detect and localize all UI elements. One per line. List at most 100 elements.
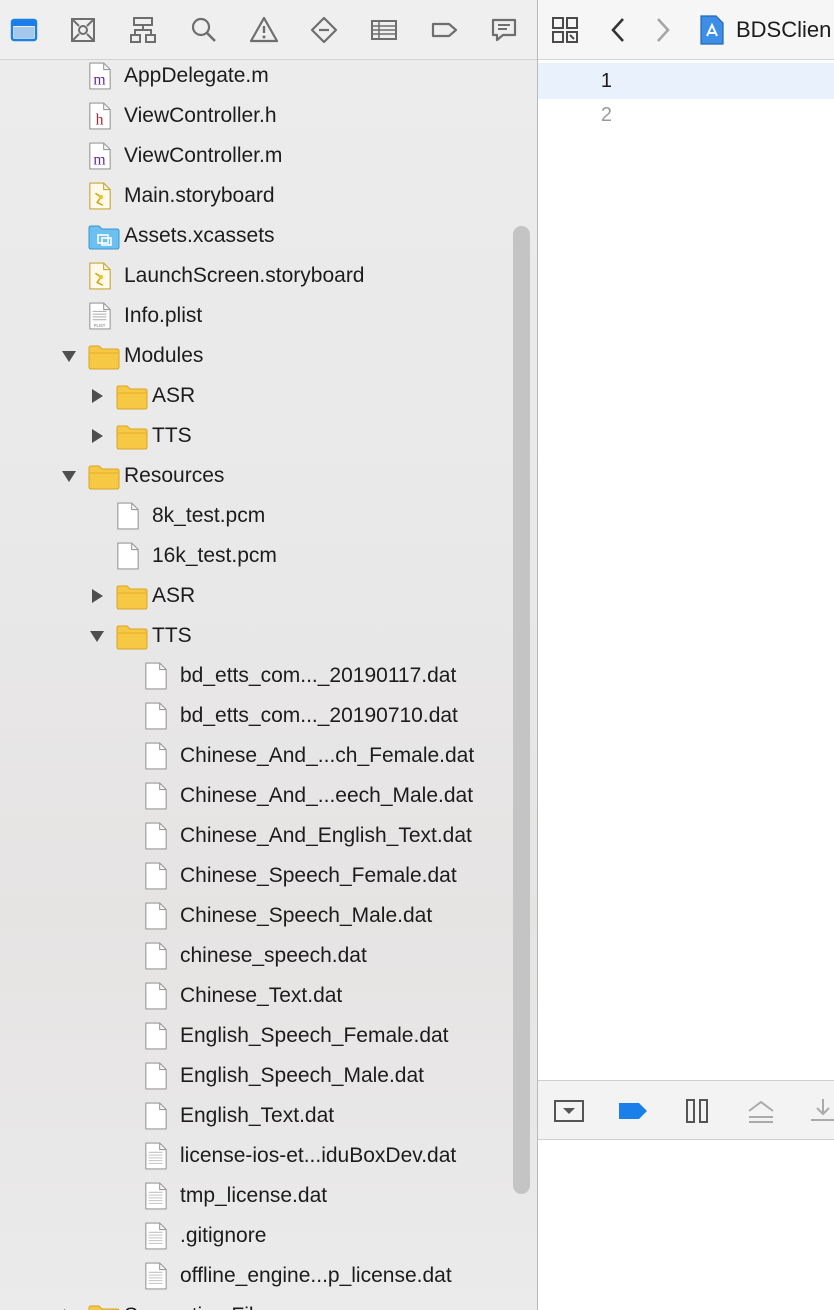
folder-icon bbox=[116, 383, 148, 413]
source-editor[interactable]: 1 2 bbox=[538, 60, 834, 1080]
tree-file-row[interactable]: English_Text.dat bbox=[0, 1096, 520, 1136]
folder-icon bbox=[116, 423, 148, 453]
tree-file-row[interactable]: English_Speech_Female.dat bbox=[0, 1016, 520, 1056]
line-number: 1 bbox=[600, 70, 612, 92]
editor-line[interactable]: 2 bbox=[538, 97, 834, 133]
tree-item-label: Main.storyboard bbox=[124, 184, 275, 207]
file-icon bbox=[144, 861, 170, 891]
debug-console[interactable] bbox=[538, 1140, 834, 1310]
tree-file-row[interactable]: bd_etts_com..._20190117.dat bbox=[0, 656, 520, 696]
tree-file-row[interactable]: offline_engine...p_license.dat bbox=[0, 1256, 520, 1296]
tree-file-row[interactable]: PLIST Info.plist bbox=[0, 296, 520, 336]
tree-file-row[interactable]: Chinese_Speech_Female.dat bbox=[0, 856, 520, 896]
breadcrumb-file[interactable]: BDSClien bbox=[736, 12, 831, 48]
tree-file-row[interactable]: Chinese_And_...eech_Male.dat bbox=[0, 776, 520, 816]
tree-file-row[interactable]: English_Speech_Male.dat bbox=[0, 1056, 520, 1096]
tree-item-label: 16k_test.pcm bbox=[152, 544, 277, 567]
source-control-icon[interactable] bbox=[65, 12, 101, 48]
tree-folder-row[interactable]: TTS bbox=[0, 616, 520, 656]
text-file-icon bbox=[144, 1221, 170, 1251]
file-icon bbox=[116, 501, 142, 531]
tree-file-row[interactable]: m ViewController.m bbox=[0, 136, 520, 176]
tree-file-row[interactable]: LaunchScreen.storyboard bbox=[0, 256, 520, 296]
tree-file-row[interactable]: Main.storyboard bbox=[0, 176, 520, 216]
tree-item-label: English_Speech_Female.dat bbox=[180, 1024, 449, 1047]
file-icon bbox=[144, 901, 170, 931]
text-file-icon bbox=[144, 1141, 170, 1171]
tree-item-label: 8k_test.pcm bbox=[152, 504, 266, 527]
tree-file-row[interactable]: license-ios-et...iduBoxDev.dat bbox=[0, 1136, 520, 1176]
pause-icon[interactable] bbox=[680, 1095, 714, 1127]
tree-file-row[interactable]: 16k_test.pcm bbox=[0, 536, 520, 576]
find-icon[interactable] bbox=[186, 12, 222, 48]
tree-file-row[interactable]: .gitignore bbox=[0, 1216, 520, 1256]
tree-file-row[interactable]: 8k_test.pcm bbox=[0, 496, 520, 536]
tree-item-label: Info.plist bbox=[124, 304, 203, 327]
disclosure-open-icon[interactable] bbox=[60, 467, 78, 485]
tree-folder-row[interactable]: TTS bbox=[0, 416, 520, 456]
tree-item-label: Supporting Files bbox=[124, 1296, 276, 1310]
file-icon bbox=[144, 661, 170, 691]
navigator-toolbar bbox=[0, 0, 537, 60]
related-items-icon[interactable] bbox=[550, 12, 580, 48]
tree-item-label: Modules bbox=[124, 344, 204, 367]
tree-item-label: ASR bbox=[152, 584, 196, 607]
file-icon bbox=[144, 821, 170, 851]
report-icon[interactable] bbox=[486, 12, 522, 48]
folder-icon bbox=[116, 583, 148, 613]
tree-folder-row[interactable]: Supporting Files bbox=[0, 1296, 520, 1310]
debug-icon[interactable] bbox=[366, 12, 402, 48]
tree-file-row[interactable]: tmp_license.dat bbox=[0, 1176, 520, 1216]
test-icon[interactable] bbox=[306, 12, 342, 48]
hide-debug-area-icon[interactable] bbox=[552, 1095, 586, 1127]
tree-item-label: Assets.xcassets bbox=[124, 224, 275, 247]
project-navigator: m AppDelegate.m h ViewController.h m ViewCont… bbox=[0, 0, 537, 1310]
tree-item-label: license-ios-et...iduBoxDev.dat bbox=[180, 1144, 457, 1167]
tree-folder-row[interactable]: ASR bbox=[0, 376, 520, 416]
tree-file-row[interactable]: Chinese_Speech_Male.dat bbox=[0, 896, 520, 936]
step-into-icon[interactable] bbox=[806, 1095, 834, 1127]
step-over-icon[interactable] bbox=[744, 1095, 778, 1127]
editor-line-current[interactable]: 1 bbox=[538, 63, 834, 99]
debug-bar bbox=[538, 1080, 834, 1140]
tree-folder-row[interactable]: Modules bbox=[0, 336, 520, 376]
disclosure-open-icon[interactable] bbox=[60, 347, 78, 365]
tree-folder-row[interactable]: ASR bbox=[0, 576, 520, 616]
tree-file-row[interactable]: h ViewController.h bbox=[0, 96, 520, 136]
tree-item-label: Chinese_And_...ch_Female.dat bbox=[180, 744, 475, 767]
svg-text:PLIST: PLIST bbox=[94, 323, 106, 328]
forward-icon[interactable] bbox=[653, 12, 673, 48]
tree-file-row[interactable]: chinese_speech.dat bbox=[0, 936, 520, 976]
tree-item-label: Chinese_Speech_Male.dat bbox=[180, 904, 433, 927]
project-navigator-icon[interactable] bbox=[6, 12, 42, 48]
tree-file-row[interactable]: bd_etts_com..._20190710.dat bbox=[0, 696, 520, 736]
tree-item-label: ViewController.m bbox=[124, 144, 283, 167]
disclosure-open-icon[interactable] bbox=[88, 627, 106, 645]
svg-text:h: h bbox=[96, 111, 104, 128]
breakpoint-icon[interactable] bbox=[426, 12, 462, 48]
disclosure-closed-icon[interactable] bbox=[88, 427, 106, 445]
back-icon[interactable] bbox=[608, 12, 628, 48]
disclosure-closed-icon[interactable] bbox=[88, 587, 106, 605]
disclosure-closed-icon[interactable] bbox=[88, 387, 106, 405]
tree-item-label: ASR bbox=[152, 384, 196, 407]
tree-item-label: TTS bbox=[152, 624, 192, 647]
tree-item-label: AppDelegate.m bbox=[124, 64, 269, 87]
tree-file-row[interactable]: Chinese_And_English_Text.dat bbox=[0, 816, 520, 856]
tree-item-label: English_Speech_Male.dat bbox=[180, 1064, 425, 1087]
tree-file-row[interactable]: Chinese_Text.dat bbox=[0, 976, 520, 1016]
folder-icon bbox=[88, 343, 120, 373]
tree-item-label: English_Text.dat bbox=[180, 1104, 335, 1127]
navigator-scrollbar[interactable] bbox=[513, 226, 530, 1194]
issue-icon[interactable] bbox=[246, 12, 282, 48]
tree-item-label: Resources bbox=[124, 464, 225, 487]
symbol-navigator-icon[interactable] bbox=[125, 12, 161, 48]
tree-file-row[interactable]: Chinese_And_...ch_Female.dat bbox=[0, 736, 520, 776]
tree-folder-row[interactable]: Resources bbox=[0, 456, 520, 496]
tree-folder-row[interactable]: Assets.xcassets bbox=[0, 216, 520, 256]
breakpoints-toggle-icon[interactable] bbox=[616, 1095, 650, 1127]
tree-file-row[interactable]: m AppDelegate.m bbox=[0, 56, 520, 96]
file-icon bbox=[144, 1021, 170, 1051]
file-icon bbox=[144, 741, 170, 771]
folder-icon bbox=[88, 1303, 120, 1310]
